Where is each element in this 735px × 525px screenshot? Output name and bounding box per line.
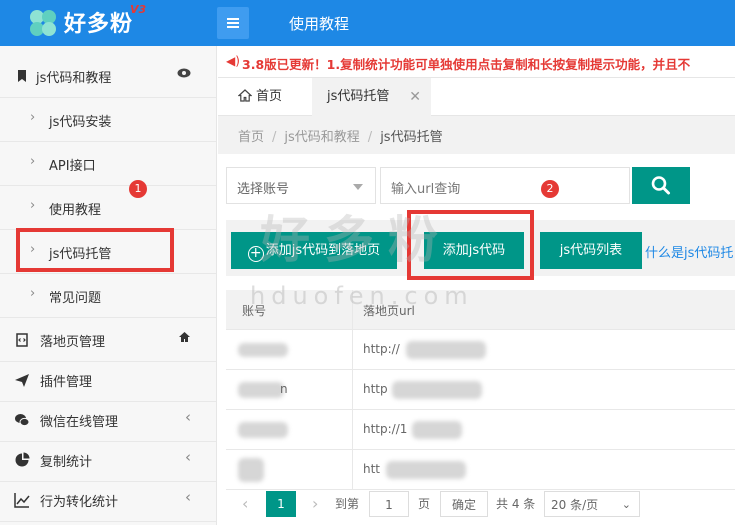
bookmark-icon <box>18 70 26 82</box>
chevron-left-icon: ‹ <box>185 448 191 466</box>
next-page-icon[interactable]: › <box>312 491 318 517</box>
sidebar-item-tutorial[interactable]: › 使用教程 <box>0 186 216 230</box>
sidebar-item-landing-pages[interactable]: 落地页管理 <box>0 318 216 362</box>
page-size-select[interactable]: 20 条/页 ⌄ <box>544 491 640 517</box>
caret-down-icon <box>353 184 363 190</box>
js-code-list-button[interactable]: js代码列表 <box>540 232 642 269</box>
breadcrumb-js-code[interactable]: js代码和教程 <box>284 130 359 145</box>
table-row[interactable]: n http <box>226 370 735 410</box>
table-row[interactable]: http://1 <box>226 410 735 450</box>
url-search-placeholder: 输入url查询 <box>391 182 461 197</box>
logo[interactable]: 好多粉 V3 <box>0 0 200 46</box>
logo-text: 好多粉 <box>64 12 134 37</box>
url-cell: http <box>363 382 388 396</box>
goto-label: 到第 <box>335 497 360 511</box>
sidebar-item-label: 微信在线管理 <box>40 415 119 430</box>
annotation-badge-2: 2 <box>541 180 559 198</box>
home-icon <box>237 89 253 102</box>
sidebar-item-label: 插件管理 <box>40 375 93 390</box>
code-file-icon <box>16 333 28 347</box>
tab-home[interactable]: 首页 <box>237 78 283 116</box>
speaker-icon: ◀) <box>226 54 240 68</box>
main-content: 首页 / js代码和教程 / js代码托管 选择账号 输入url查询 + 添加js代码到落… <box>218 116 735 525</box>
sidebar-item-label: 常见问题 <box>49 291 102 306</box>
eye-icon <box>177 67 191 82</box>
chevron-right-icon: › <box>30 286 36 301</box>
account-select[interactable]: 选择账号 <box>226 167 376 204</box>
tab-js-hosting[interactable]: js代码托管 ✕ <box>312 78 431 116</box>
url-search-input[interactable]: 输入url查询 <box>380 167 630 204</box>
notice-text: 3.8版已更新！1.复制统计功能可单独使用点击复制和长按复制提示功能，并且不 <box>242 57 691 72</box>
watermark-cn: 好多粉 <box>260 211 452 269</box>
what-is-js-hosting-link[interactable]: 什么是js代码托 <box>645 242 733 261</box>
goto-confirm-button[interactable]: 确定 <box>440 491 488 517</box>
breadcrumb-home[interactable]: 首页 <box>238 130 264 145</box>
pie-chart-icon <box>15 452 30 467</box>
logo-version: V3 <box>130 3 147 16</box>
tab-bar: 首页 js代码托管 ✕ <box>218 78 735 116</box>
sidebar-item-js-code-tutorial[interactable]: js代码和教程 <box>0 54 216 98</box>
search-icon <box>651 176 670 195</box>
hamburger-icon <box>227 18 239 20</box>
breadcrumb-current: js代码托管 <box>380 130 443 145</box>
sidebar: js代码和教程 › js代码安装 › API接口 › 使用教程 › js代码托管… <box>0 46 217 525</box>
sidebar-item-conversion-stats[interactable]: 行为转化统计 ‹ <box>0 478 216 522</box>
line-chart-icon <box>14 493 30 508</box>
watermark-en: hduofen.com <box>250 282 474 310</box>
page-current[interactable]: 1 <box>266 491 296 517</box>
home-icon <box>178 331 191 346</box>
sidebar-highlight-box <box>16 228 174 272</box>
sidebar-item-faq[interactable]: › 常见问题 <box>0 274 216 318</box>
sidebar-item-js-install[interactable]: › js代码安装 <box>0 98 216 142</box>
breadcrumb: 首页 / js代码和教程 / js代码托管 <box>238 130 443 145</box>
sidebar-item-api[interactable]: › API接口 <box>0 142 216 186</box>
wechat-icon <box>15 414 30 427</box>
sidebar-item-plugins[interactable]: 插件管理 <box>0 358 216 402</box>
annotation-badge-1: 1 <box>129 180 147 198</box>
sidebar-item-label: API接口 <box>49 159 96 174</box>
top-header: 好多粉 V3 使用教程 <box>0 0 735 46</box>
tab-label: js代码托管 <box>327 89 390 104</box>
total-count: 共 4 条 <box>496 497 536 511</box>
url-cell: http:// <box>363 342 400 356</box>
prev-page-icon[interactable]: ‹ <box>242 491 248 517</box>
sidebar-item-label: 复制统计 <box>40 455 93 470</box>
chevron-left-icon: ‹ <box>185 488 191 506</box>
url-cell: http://1 <box>363 422 408 436</box>
chevron-right-icon: › <box>30 154 36 169</box>
menu-toggle-button[interactable] <box>217 7 249 39</box>
sidebar-item-label: 落地页管理 <box>40 335 106 350</box>
send-icon <box>15 374 29 387</box>
notice-bar: ◀) 3.8版已更新！1.复制统计功能可单独使用点击复制和长按复制提示功能，并且… <box>218 46 735 78</box>
table-row[interactable]: http:// <box>226 330 735 370</box>
page-unit-label: 页 <box>418 497 431 511</box>
sidebar-item-copy-stats[interactable]: 复制统计 ‹ <box>0 438 216 482</box>
chevron-right-icon: › <box>30 198 36 213</box>
sidebar-item-label: js代码和教程 <box>36 71 112 86</box>
url-cell: htt <box>363 462 381 476</box>
search-button[interactable] <box>632 167 690 204</box>
clover-logo-icon <box>30 10 56 36</box>
chevron-down-icon: ⌄ <box>621 498 631 511</box>
chevron-left-icon: ‹ <box>185 408 191 426</box>
sidebar-item-wechat-online[interactable]: 微信在线管理 ‹ <box>0 398 216 442</box>
goto-page-input[interactable]: 1 <box>369 491 409 517</box>
pagination: ‹ 1 › 到第 1 页 确定 共 4 条 20 条/页 ⌄ <box>226 484 735 525</box>
tab-label: 首页 <box>256 89 283 104</box>
sidebar-item-label: 使用教程 <box>49 203 102 218</box>
header-title[interactable]: 使用教程 <box>289 13 349 34</box>
sidebar-item-label: 行为转化统计 <box>40 495 119 510</box>
close-icon[interactable]: ✕ <box>409 78 421 116</box>
chevron-right-icon: › <box>30 110 36 125</box>
sidebar-item-label: js代码安装 <box>49 115 112 130</box>
account-select-value: 选择账号 <box>237 182 290 197</box>
